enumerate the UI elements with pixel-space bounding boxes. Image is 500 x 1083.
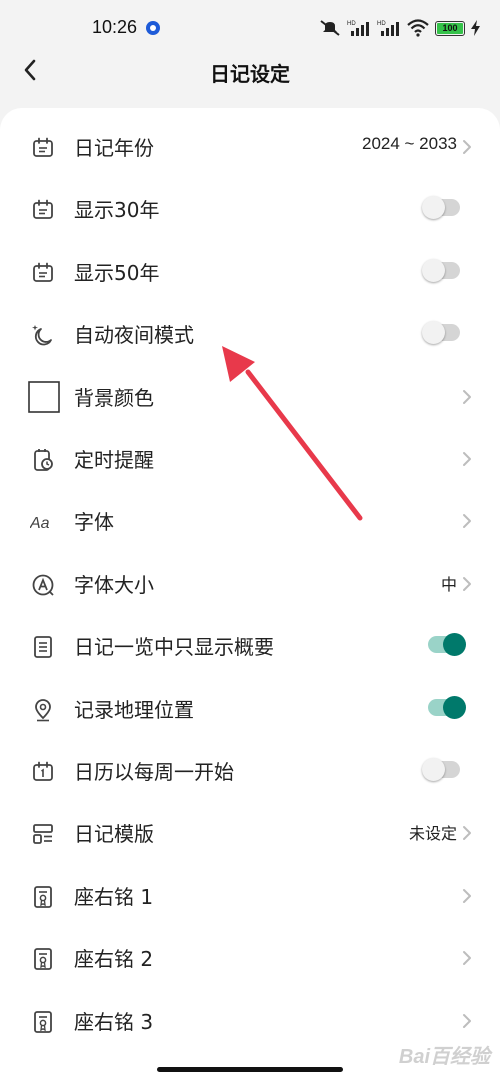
settings-row-label: 字体大小 — [74, 572, 154, 597]
certificate-icon — [30, 946, 56, 972]
wifi-icon — [407, 19, 429, 37]
settings-row-label: 日记年份 — [74, 136, 154, 160]
settings-list: 日记年份 2024 ~ 2033 显示30年显示50年自动夜间模式 背景颜色定时提醒 A… — [0, 108, 500, 1083]
settings-row-label: 座右铭 3 — [74, 1009, 154, 1034]
settings-row-label: 显示50年 — [74, 260, 160, 285]
settings-row-motto-1[interactable]: 座右铭 1 — [0, 865, 500, 927]
settings-row-value: 中 — [440, 574, 457, 594]
chevron-right-icon — [461, 825, 473, 841]
toggle-switch[interactable] — [422, 196, 460, 220]
settings-row-motto-2[interactable]: 座右铭 2 — [0, 927, 500, 989]
status-time: 10:26 — [92, 17, 138, 37]
settings-row-auto-night-mode[interactable]: 自动夜间模式 — [0, 303, 500, 365]
hd-signal-icon: HD — [377, 21, 399, 36]
chevron-right-icon — [461, 950, 473, 966]
settings-row-font[interactable]: Aa 字体 — [0, 490, 500, 552]
chevron-right-icon — [461, 389, 473, 405]
watermark: Bai百经验 — [398, 1046, 490, 1068]
settings-row-background-color[interactable]: 背景颜色 — [0, 366, 500, 428]
settings-row-list-summary-only[interactable]: 日记一览中只显示概要 — [0, 615, 500, 677]
hd-signal-icon: HD — [347, 21, 369, 36]
settings-row-diary-years[interactable]: 日记年份 2024 ~ 2033 — [0, 116, 500, 178]
settings-row-timed-reminder[interactable]: 定时提醒 — [0, 428, 500, 490]
settings-row-label: 日历以每周一开始 — [74, 760, 234, 784]
home-indicator[interactable] — [157, 1067, 343, 1072]
chevron-right-icon — [461, 888, 473, 904]
settings-row-label: 背景颜色 — [74, 385, 154, 410]
toggle-knob — [443, 695, 466, 719]
settings-row-week-starts-monday[interactable]: 日历以每周一开始 — [0, 740, 500, 802]
font-size-icon — [30, 572, 56, 598]
settings-row-value: 2024 ~ 2033 — [361, 134, 457, 153]
settings-row-label: 座右铭 1 — [74, 884, 154, 909]
chevron-right-icon — [461, 1013, 473, 1029]
page-title: 日记设定 — [210, 62, 290, 86]
svg-text:Aa: Aa — [30, 515, 50, 532]
settings-row-label: 座右铭 2 — [74, 947, 154, 972]
toggle-knob — [422, 258, 445, 282]
svg-text:HD: HD — [347, 21, 356, 27]
settings-row-label: 显示30年 — [74, 198, 160, 223]
settings-row-show-30-years[interactable]: 显示30年 — [0, 178, 500, 240]
certificate-icon — [30, 884, 56, 910]
status-icons: HD HD 100 — [319, 18, 480, 38]
moon-icon — [30, 322, 56, 348]
settings-row-label: 自动夜间模式 — [74, 323, 194, 348]
toggle-knob — [422, 758, 445, 781]
toggle-switch[interactable] — [428, 633, 466, 657]
toggle-switch[interactable] — [422, 758, 460, 781]
calendar-one-icon — [30, 759, 56, 785]
chevron-right-icon — [461, 576, 473, 592]
alarm-icon — [30, 447, 56, 473]
settings-row-label: 日记一览中只显示概要 — [74, 635, 274, 660]
battery-level: 100 — [442, 23, 458, 33]
calendar-icon — [30, 135, 56, 161]
font-icon: Aa — [29, 509, 56, 535]
calendar-icon — [30, 260, 56, 286]
toggle-knob — [443, 633, 466, 657]
chevron-right-icon — [461, 513, 473, 529]
settings-row-label: 字体 — [74, 510, 114, 535]
toggle-knob — [422, 196, 445, 220]
settings-row-font-size[interactable]: 字体大小 中 — [0, 553, 500, 615]
toggle-switch[interactable] — [428, 695, 466, 719]
chevron-right-icon — [461, 451, 473, 467]
toggle-switch[interactable] — [422, 321, 460, 345]
charging-icon — [471, 20, 480, 36]
chevron-right-icon — [461, 139, 473, 155]
battery-icon: 100 — [435, 20, 465, 36]
toggle-switch[interactable] — [422, 258, 460, 282]
silent-icon — [320, 20, 340, 36]
settings-row-label: 日记模版 — [74, 822, 154, 847]
color-swatch-icon — [28, 380, 60, 413]
certificate-icon — [30, 1009, 56, 1035]
settings-row-label: 定时提醒 — [74, 448, 154, 472]
location-icon — [30, 697, 56, 723]
template-icon — [30, 821, 56, 847]
svg-text:HD: HD — [377, 21, 386, 27]
settings-row-show-50-years[interactable]: 显示50年 — [0, 241, 500, 303]
settings-row-value: 未设定 — [408, 824, 457, 844]
settings-row-diary-template[interactable]: 日记模版 未设定 — [0, 802, 500, 864]
settings-row-label: 记录地理位置 — [74, 697, 194, 722]
calendar-icon — [30, 197, 56, 223]
app-bar: 日记设定 — [0, 44, 500, 100]
list-icon — [30, 634, 56, 660]
settings-row-record-location[interactable]: 记录地理位置 — [0, 678, 500, 740]
toggle-knob — [422, 321, 445, 345]
notification-dot-icon — [146, 21, 160, 35]
